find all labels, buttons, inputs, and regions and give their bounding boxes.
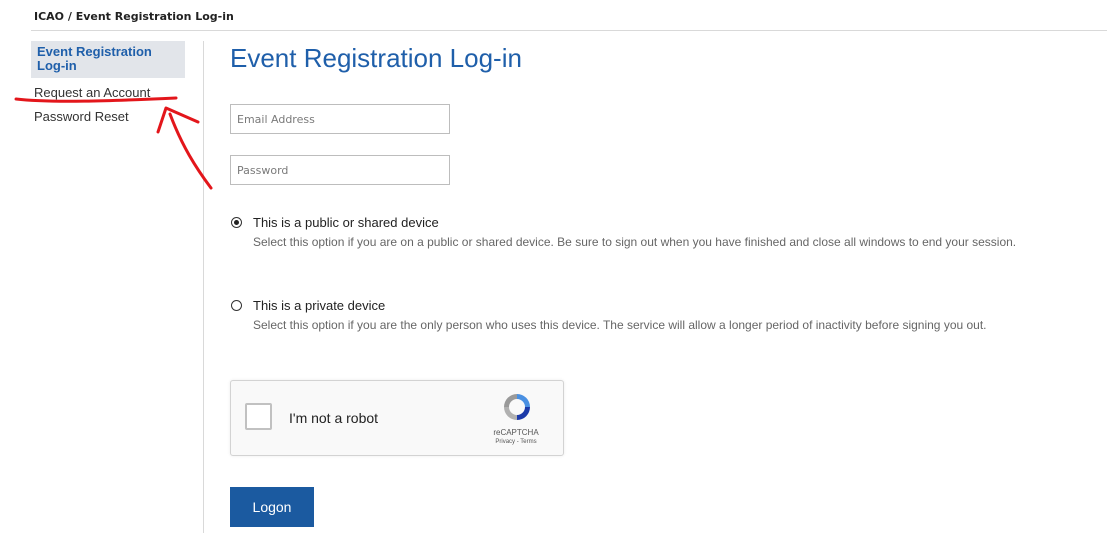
page-title: Event Registration Log-in [230,43,522,73]
private-device-radio[interactable] [231,300,242,311]
recaptcha-widget: I'm not a robot reCAPTCHA Privacy - Term… [230,380,564,456]
recaptcha-label: I'm not a robot [289,410,379,426]
private-device-label[interactable]: This is a private device [253,298,385,313]
public-device-label[interactable]: This is a public or shared device [253,215,439,230]
public-device-description: Select this option if you are on a publi… [253,235,1017,249]
sidebar: Event Registration Log-in Request an Acc… [31,41,186,125]
recaptcha-icon [504,394,530,420]
email-field[interactable] [230,104,450,134]
recaptcha-brand: reCAPTCHA [493,428,539,437]
sidebar-item-request-account[interactable]: Request an Account [34,84,186,101]
private-device-description: Select this option if you are the only p… [253,318,987,332]
page: ICAO / Event Registration Log-in Event R… [0,0,1107,534]
sidebar-item-event-registration-login[interactable]: Event Registration Log-in [31,41,185,78]
logon-button[interactable]: Logon [230,487,314,527]
top-divider [31,30,1107,31]
password-field[interactable] [230,155,450,185]
recaptcha-checkbox[interactable] [245,403,272,430]
breadcrumb: ICAO / Event Registration Log-in [34,10,234,23]
radio-selected-dot [234,220,239,225]
sidebar-item-password-reset[interactable]: Password Reset [34,108,186,125]
recaptcha-privacy-terms[interactable]: Privacy - Terms [481,439,551,445]
sidebar-divider [203,41,204,533]
public-device-radio[interactable] [231,217,242,228]
